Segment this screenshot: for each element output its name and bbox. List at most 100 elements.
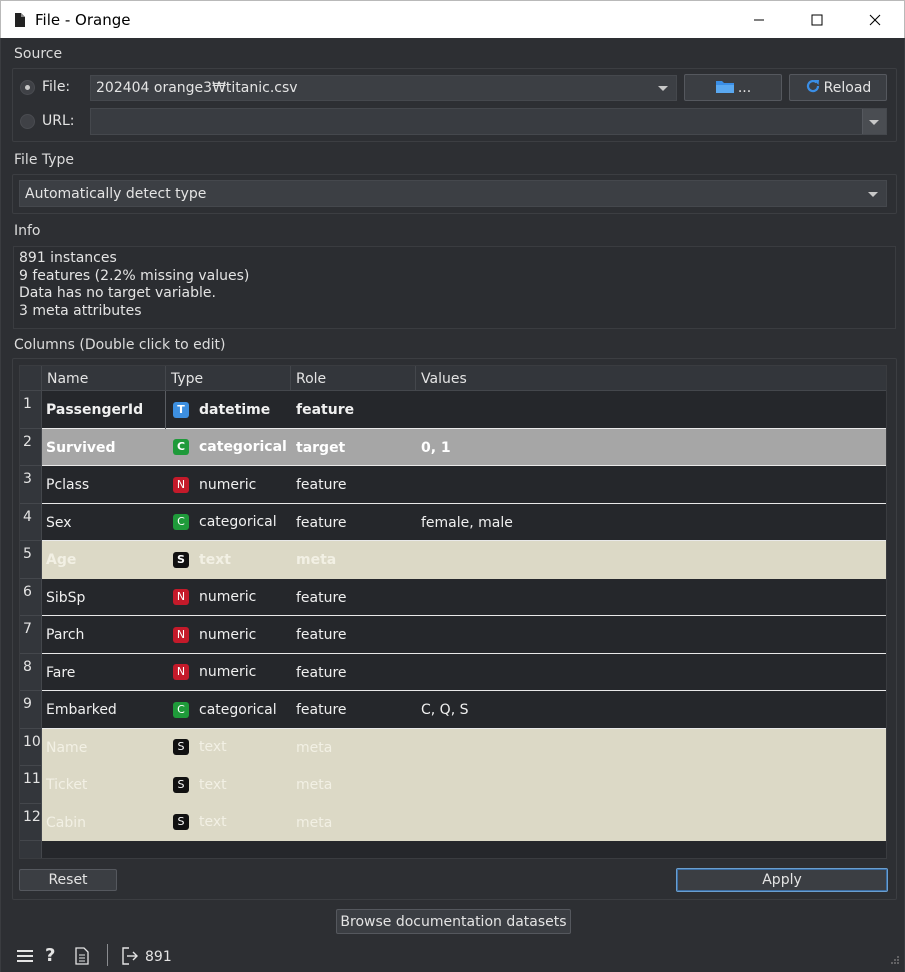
file-icon [15, 12, 25, 27]
table-row[interactable]: Ticket Stext meta [42, 766, 886, 804]
row-number[interactable]: 3 [20, 466, 42, 504]
cell-role[interactable]: feature [296, 616, 347, 654]
cell-type[interactable]: Nnumeric [172, 466, 256, 504]
header-role[interactable]: Role [291, 366, 416, 391]
table-row[interactable]: SibSp Nnumeric feature [42, 578, 886, 617]
row-number[interactable]: 12 [20, 804, 42, 841]
url-dropdown-button[interactable] [862, 109, 886, 134]
cell-values[interactable]: C, Q, S [421, 691, 468, 729]
header-name[interactable]: Name [42, 366, 166, 391]
cell-name[interactable]: Sex [46, 504, 72, 542]
cell-name[interactable]: Ticket [46, 766, 87, 804]
reset-button[interactable]: Reset [19, 869, 117, 891]
table-row[interactable]: Parch Nnumeric feature [42, 616, 886, 654]
cell-type[interactable]: Nnumeric [172, 616, 256, 654]
type-label: datetime [199, 401, 271, 418]
cell-values[interactable]: 0, 1 [421, 429, 451, 467]
cell-name[interactable]: PassengerId [42, 391, 166, 429]
url-combo[interactable] [90, 108, 887, 135]
row-number[interactable]: 4 [20, 504, 42, 541]
cell-name[interactable]: Survived [46, 429, 116, 467]
cell-values[interactable]: female, male [421, 504, 513, 542]
report-icon[interactable] [75, 947, 89, 969]
resize-grip-icon[interactable] [890, 953, 900, 969]
table-row[interactable]: Cabin Stext meta [42, 803, 886, 842]
cell-role[interactable]: feature [296, 691, 347, 729]
type-badge-icon: S [173, 739, 189, 756]
cell-role[interactable]: feature [296, 504, 347, 542]
cell-role[interactable]: meta [296, 729, 332, 767]
browse-button[interactable]: ... [684, 74, 782, 101]
cell-role[interactable]: feature [296, 579, 347, 617]
browse-documentation-button[interactable]: Browse documentation datasets [336, 909, 571, 934]
cell-name[interactable]: Name [46, 729, 87, 767]
cell-role[interactable]: meta [296, 766, 332, 804]
cell-role[interactable]: meta [296, 804, 332, 842]
cell-type[interactable]: Stext [172, 729, 227, 767]
help-icon[interactable]: ? [45, 947, 55, 965]
table-row[interactable]: Embarked Ccategorical feature C, Q, S [42, 691, 886, 729]
menu-icon[interactable] [17, 949, 33, 967]
cell-name[interactable]: Cabin [46, 804, 86, 842]
cell-type[interactable]: Ccategorical [172, 691, 277, 729]
header-values[interactable]: Values [416, 366, 886, 391]
url-radio[interactable] [20, 114, 35, 129]
file-radio[interactable] [20, 80, 35, 95]
table-row[interactable]: PassengerId Tdatetime feature [42, 391, 886, 429]
type-badge-icon: C [173, 514, 189, 531]
cell-name[interactable]: Pclass [46, 466, 89, 504]
cell-type[interactable]: Ccategorical [172, 429, 287, 467]
cell-role[interactable]: feature [296, 466, 347, 504]
table-row[interactable]: Pclass Nnumeric feature [42, 466, 886, 504]
row-number[interactable]: 2 [20, 429, 42, 466]
row-number[interactable]: 8 [20, 654, 42, 691]
row-number[interactable]: 6 [20, 579, 42, 616]
chevron-down-icon [869, 119, 879, 125]
main-panel: Source File: 202404 orange3₩titanic.csv … [0, 38, 905, 972]
cell-role[interactable]: meta [296, 541, 336, 579]
minimize-button[interactable] [730, 1, 788, 39]
type-label: text [199, 551, 231, 568]
cell-role[interactable]: feature [296, 391, 354, 429]
info-line: 9 features (2.2% missing values) [19, 267, 250, 284]
cell-name[interactable]: Parch [46, 616, 84, 654]
title-bar: File - Orange [0, 0, 905, 38]
cell-name[interactable]: Age [46, 541, 76, 579]
table-row[interactable]: Name Stext meta [42, 728, 886, 767]
apply-button[interactable]: Apply [676, 868, 888, 892]
cell-role[interactable]: target [296, 429, 345, 467]
cell-type[interactable]: Ccategorical [172, 504, 277, 542]
row-number[interactable]: 1 [20, 391, 42, 429]
table-row[interactable]: Fare Nnumeric feature [42, 653, 886, 692]
row-number[interactable]: 7 [20, 616, 42, 654]
table-row[interactable]: Sex Ccategorical feature female, male [42, 503, 886, 542]
reload-button[interactable]: Reload [789, 74, 887, 101]
table-row[interactable]: Survived Ccategorical target 0, 1 [42, 428, 886, 467]
row-number[interactable]: 11 [20, 766, 42, 804]
table-row[interactable]: Age Stext meta [42, 541, 886, 579]
maximize-button[interactable] [788, 1, 846, 39]
corner-header[interactable] [20, 366, 42, 391]
columns-table[interactable]: Name Type Role Values 1 PassengerId Tdatet… [19, 365, 887, 859]
file-combo[interactable]: 202404 orange3₩titanic.csv [90, 75, 677, 101]
cell-type[interactable]: Nnumeric [172, 654, 256, 692]
header-type[interactable]: Type [166, 366, 291, 391]
cell-name[interactable]: Fare [46, 654, 75, 692]
close-button[interactable] [846, 1, 904, 39]
cell-type[interactable]: Nnumeric [172, 579, 256, 617]
cell-type[interactable]: Stext [172, 804, 227, 842]
cell-name[interactable]: SibSp [46, 579, 85, 617]
cell-type[interactable]: Stext [172, 541, 231, 579]
cell-name[interactable]: Embarked [46, 691, 117, 729]
table-header: Name Type Role Values [20, 366, 886, 391]
cell-type[interactable]: Tdatetime [172, 391, 270, 429]
cell-role[interactable]: feature [296, 654, 347, 692]
row-number[interactable]: 5 [20, 541, 42, 579]
type-label: numeric [199, 626, 257, 643]
row-number[interactable]: 9 [20, 691, 42, 729]
file-type-combo[interactable]: Automatically detect type [19, 180, 887, 207]
type-badge-icon: N [173, 476, 189, 493]
type-badge-icon: S [173, 551, 189, 568]
row-number[interactable]: 10 [20, 729, 42, 766]
cell-type[interactable]: Stext [172, 766, 227, 804]
